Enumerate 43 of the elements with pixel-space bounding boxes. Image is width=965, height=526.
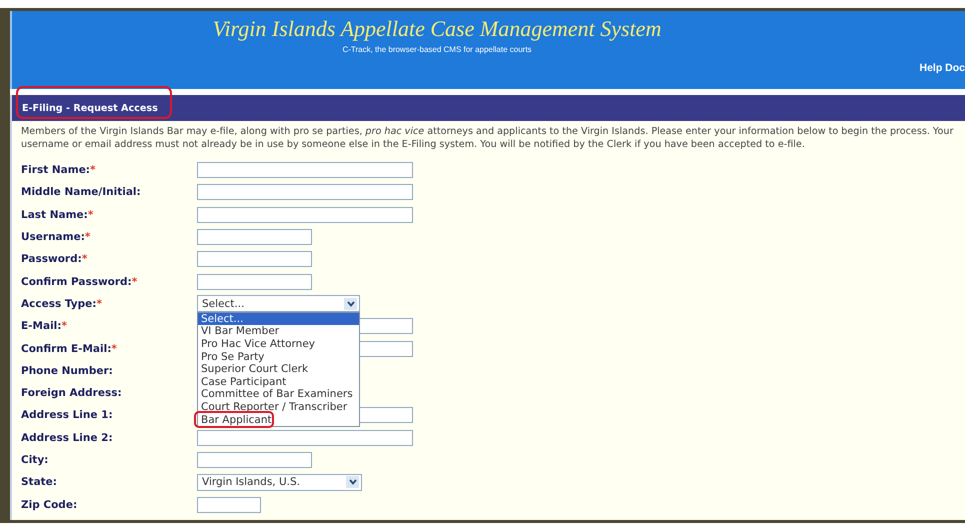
text-field[interactable]	[197, 274, 312, 290]
field-label: State:	[21, 476, 58, 488]
field-label: Username:*	[21, 231, 92, 244]
dropdown-option[interactable]: Superior Court Clerk	[198, 363, 359, 376]
dropdown[interactable]: Virgin Islands, U.S.	[197, 474, 362, 491]
dropdown-option[interactable]: Committee of Bar Examiners	[198, 388, 359, 401]
caret-icon	[346, 476, 359, 488]
field-label: City:	[21, 454, 50, 466]
text-field[interactable]	[197, 162, 413, 178]
dropdown-option[interactable]: Select...	[198, 312, 359, 326]
text-field[interactable]	[197, 229, 312, 246]
text-field[interactable]	[197, 251, 312, 268]
field-label: First Name:*	[21, 164, 97, 176]
dropdown-option[interactable]: Case Participant	[198, 376, 359, 388]
dropdown-option[interactable]: Pro Se Party	[198, 350, 359, 364]
text-field[interactable]	[197, 452, 312, 468]
field-label: E-Mail:*	[21, 320, 68, 332]
field-label: Foreign Address:	[21, 387, 123, 400]
field-label: Access Type:*	[21, 298, 103, 310]
field-label: Address Line 1:	[21, 409, 114, 422]
dropdown-option[interactable]: VI Bar Member	[198, 325, 359, 338]
intro-text: Members of the Virgin Islands Bar may e-file, along with pro se parties, pro hac vice attorneys and applicants to the Virgin Islands. Please enter your information below to begin the process. Your username or email address must not already be in use by someone else in the E-Filing system. You will be notified by the Clerk if you have been accepted to e-file.	[21, 126, 954, 151]
field-label: Middle Name/Initial:	[21, 186, 142, 198]
help-link[interactable]: Help Doc	[919, 62, 965, 74]
field-label: Address Line 2:	[21, 432, 114, 444]
field-label: Phone Number:	[21, 364, 114, 377]
field-label: Password:*	[21, 253, 88, 266]
field-label: Confirm E-Mail:*	[21, 342, 118, 355]
caret-icon	[344, 298, 357, 310]
text-field[interactable]	[197, 184, 413, 200]
text-field[interactable]	[197, 496, 261, 513]
text-field[interactable]	[197, 206, 413, 223]
dropdown-option[interactable]: Bar Applicant	[198, 414, 359, 426]
text-field[interactable]	[197, 430, 413, 446]
field-label: Last Name:*	[21, 208, 94, 221]
field-label: Confirm Password:*	[21, 276, 138, 288]
dropdown-option[interactable]: Court Reporter / Transcriber	[198, 400, 359, 414]
dropdown-option[interactable]: Pro Hac Vice Attorney	[198, 338, 359, 351]
section-title: E-Filing - Request Access	[22, 102, 158, 114]
site-subtitle: C-Track, the browser-based CMS for appellate courts	[341, 45, 533, 54]
site-title: Virgin Islands Appellate Case Management System	[212, 16, 662, 42]
dropdown[interactable]: Select...	[197, 295, 360, 312]
field-label: Zip Code:	[21, 498, 78, 511]
